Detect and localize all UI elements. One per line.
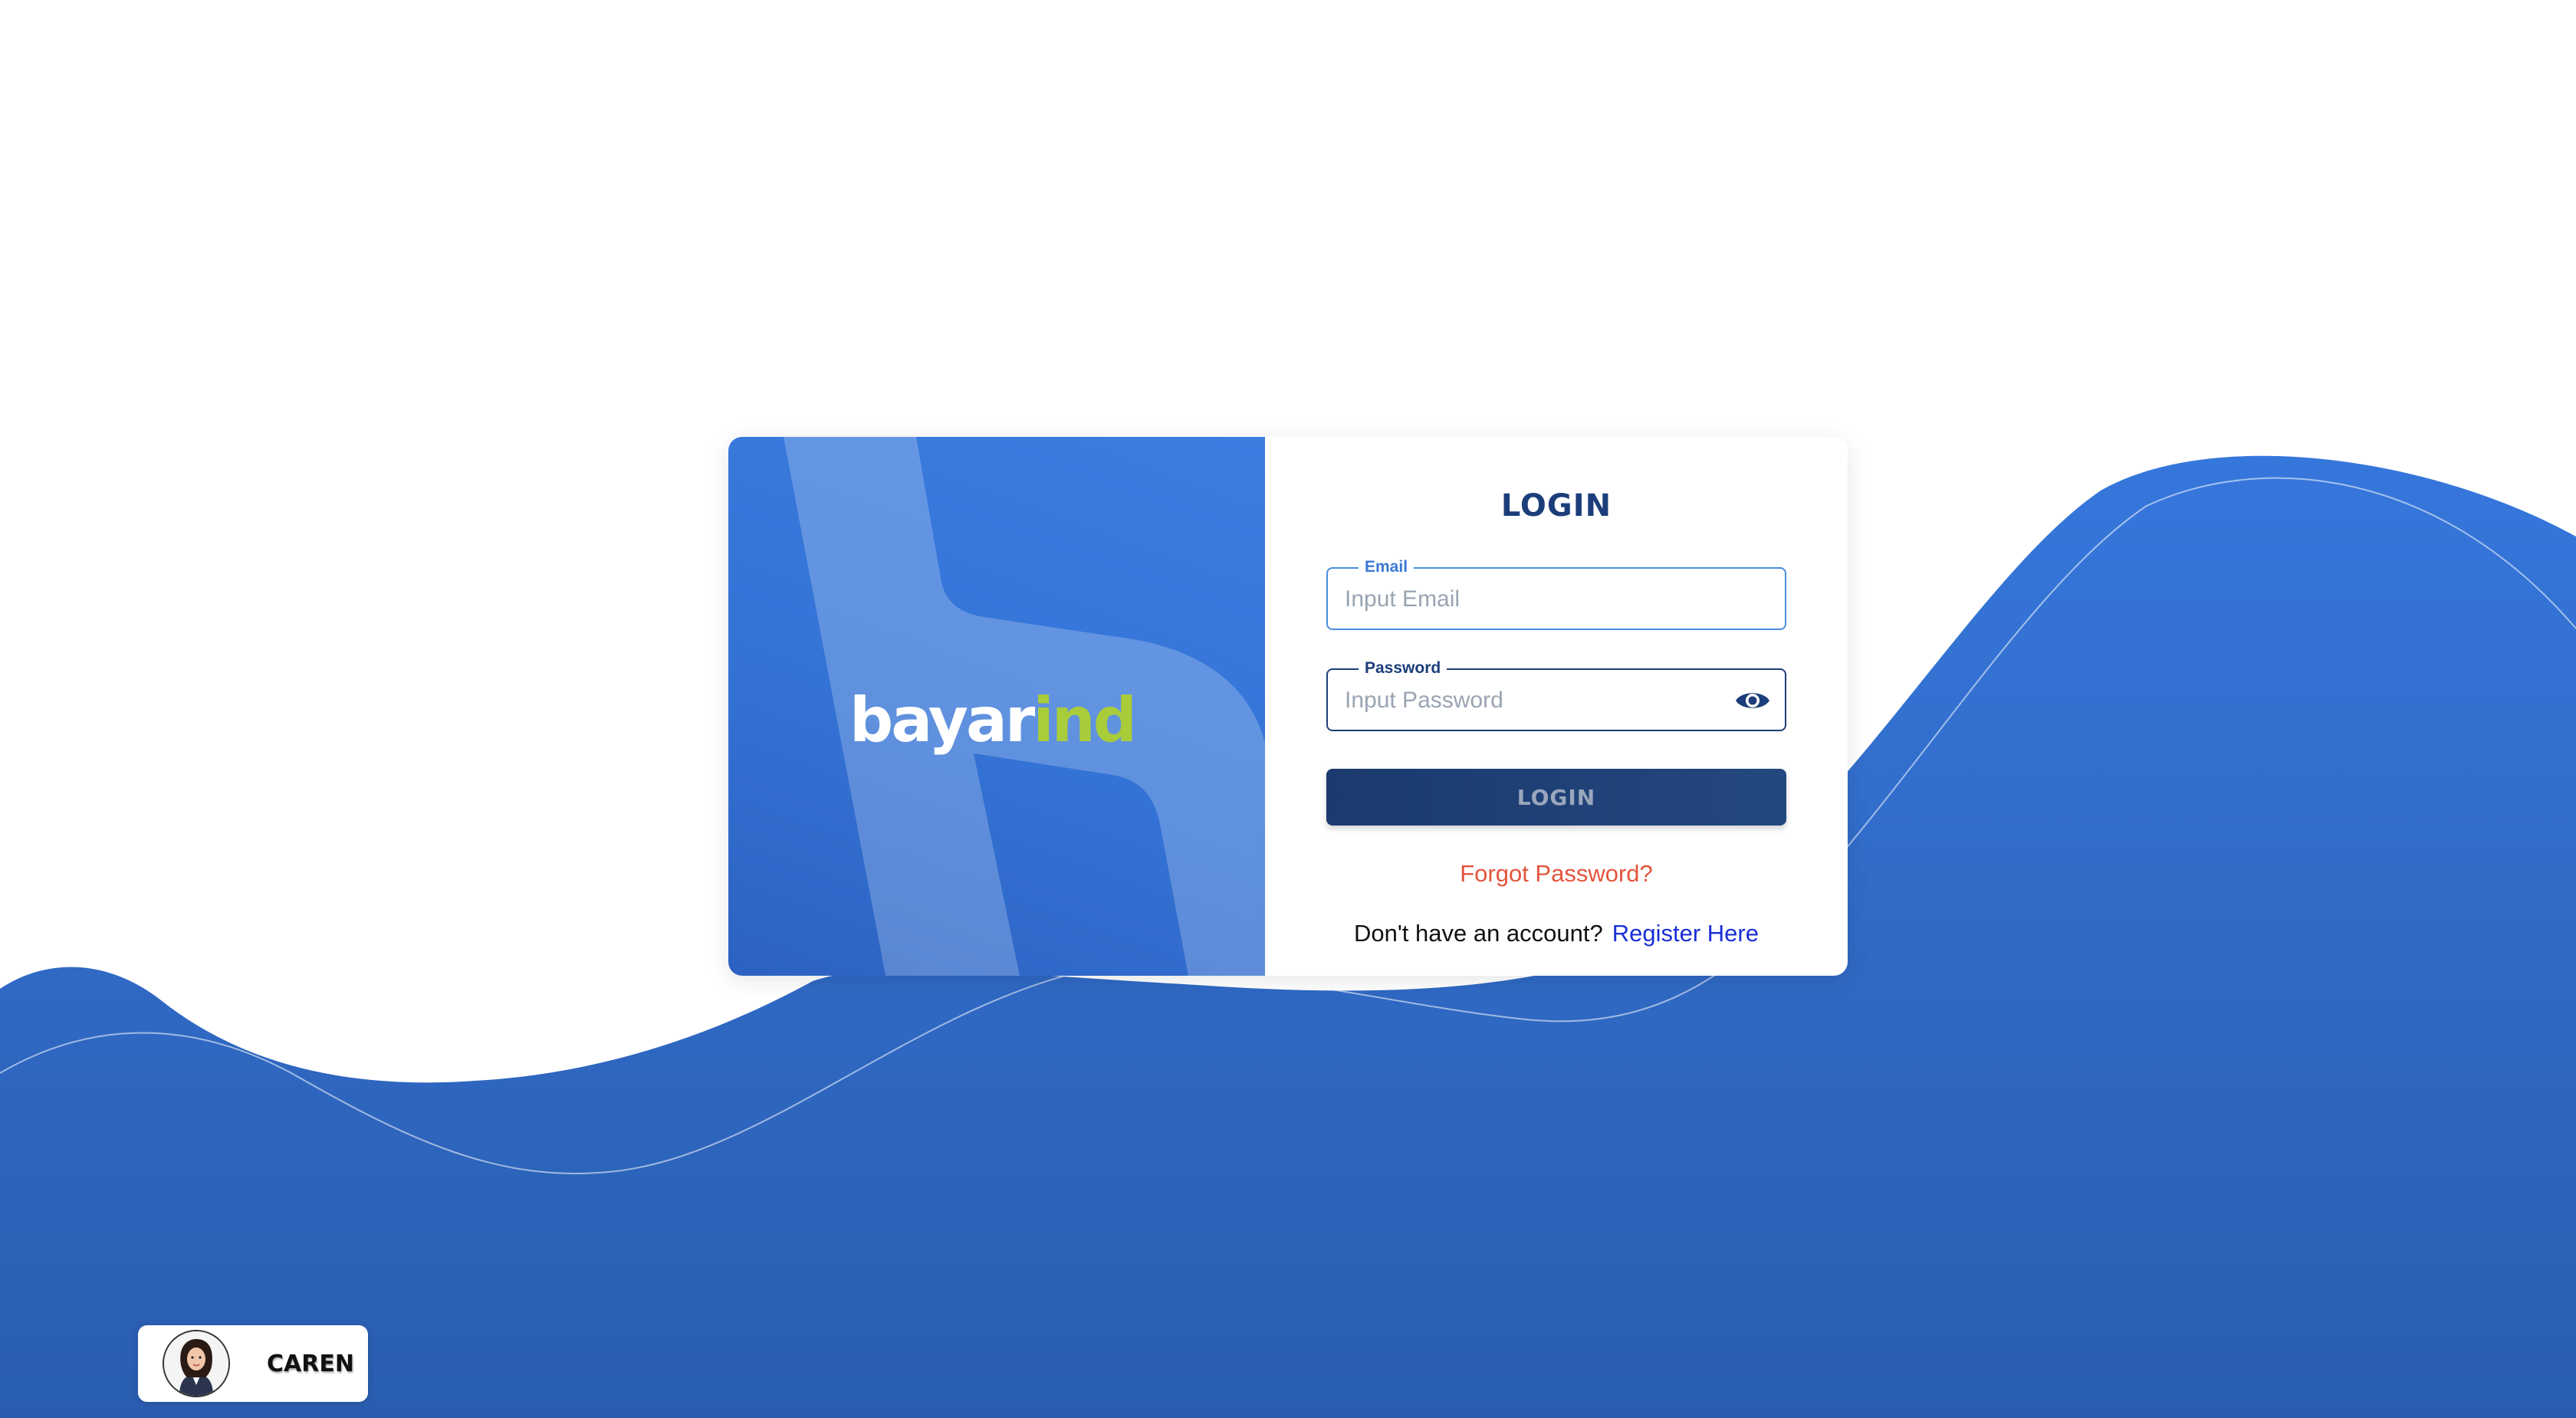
user-chip[interactable]: CAREN bbox=[138, 1325, 368, 1402]
logo-text-bayar: bayar bbox=[849, 684, 1035, 756]
bayarind-logo: bayar ind bbox=[849, 667, 1137, 756]
user-name: CAREN bbox=[267, 1350, 354, 1377]
eye-icon[interactable] bbox=[1734, 687, 1771, 714]
login-button[interactable]: LOGIN bbox=[1326, 769, 1786, 826]
email-input[interactable] bbox=[1343, 569, 1714, 630]
forgot-password-link[interactable]: Forgot Password? bbox=[1265, 860, 1848, 888]
login-form: LOGIN Email Password LOGIN Forgot Passwo… bbox=[1265, 437, 1848, 976]
brand-panel: bayar ind bbox=[728, 437, 1265, 976]
no-account-text: Don't have an account? bbox=[1353, 920, 1603, 947]
password-input[interactable] bbox=[1343, 670, 1714, 731]
login-card: bayarind LOGIN Email Password LOGIN Forg… bbox=[728, 437, 1848, 976]
login-title: LOGIN bbox=[1500, 488, 1612, 524]
register-link[interactable]: Register Here bbox=[1612, 920, 1759, 947]
login-page: bayarind LOGIN Email Password LOGIN Forg… bbox=[0, 0, 2576, 1418]
logo-text-ind: ind bbox=[1033, 684, 1137, 756]
avatar-icon bbox=[163, 1330, 230, 1397]
register-row: Don't have an account? Register Here bbox=[1265, 920, 1848, 947]
email-field[interactable]: Email bbox=[1326, 558, 1786, 630]
password-field[interactable]: Password bbox=[1326, 659, 1786, 731]
